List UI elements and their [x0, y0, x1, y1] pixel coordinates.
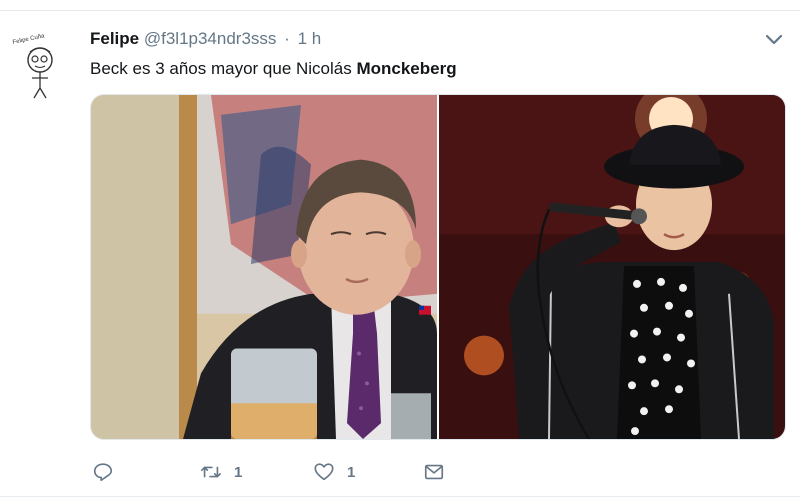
tweet-text: Beck es 3 años mayor que Nicolás Monckeb… — [90, 58, 457, 80]
tweet-text-bold: Monckeberg — [356, 59, 457, 78]
tweet-actions: 1 1 — [0, 458, 800, 486]
meta-separator: · — [284, 29, 290, 48]
like-button[interactable]: 1 — [313, 458, 355, 486]
avatar[interactable]: Felipe Cuña — [10, 30, 74, 102]
bottom-divider — [0, 496, 800, 497]
photo-left[interactable] — [91, 95, 437, 439]
author-name[interactable]: Felipe — [90, 29, 139, 48]
reply-icon — [93, 463, 113, 482]
top-divider — [0, 10, 800, 11]
reply-button[interactable] — [92, 458, 114, 486]
tweet-header: Felipe @f3l1p34ndr3sss · 1 h — [90, 28, 321, 50]
author-handle[interactable]: @f3l1p34ndr3sss — [144, 29, 277, 48]
direct-message-button[interactable] — [423, 458, 445, 486]
tweet-text-plain: Beck es 3 años mayor que Nicolás — [90, 59, 357, 78]
envelope-icon — [424, 464, 444, 480]
retweet-count: 1 — [234, 463, 243, 481]
chevron-down-icon[interactable] — [764, 32, 784, 48]
retweet-icon — [201, 466, 221, 478]
photo-right[interactable] — [439, 95, 786, 439]
retweet-button[interactable]: 1 — [200, 458, 242, 486]
tweet-timestamp[interactable]: 1 h — [298, 29, 322, 48]
heart-icon — [314, 463, 334, 481]
tweet-media[interactable] — [90, 94, 786, 440]
like-count: 1 — [347, 463, 356, 481]
